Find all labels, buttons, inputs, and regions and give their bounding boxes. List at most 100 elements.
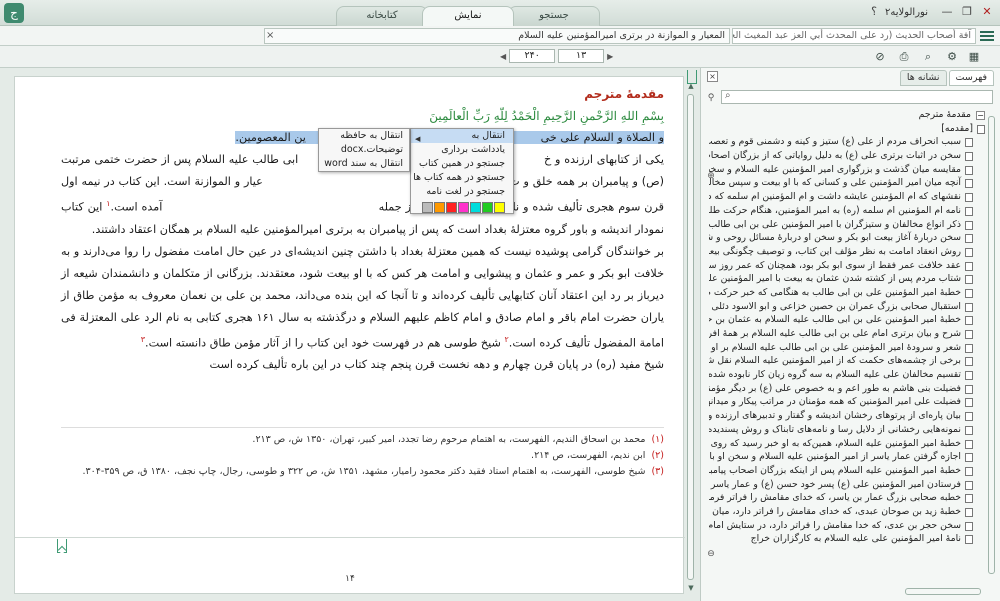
tree-item[interactable]: سبب انحراف مردم از علی (ع) ستیز و کینه و… [709,135,985,149]
reader-scrollbar[interactable]: ▲ ▼ [686,82,696,592]
tree-item[interactable]: سخن در اثبات برتری علی (ع) به دلیل روایا… [709,149,985,163]
bookmark-icon[interactable]: ⊘ [872,49,888,65]
highlight-color-swatch[interactable] [470,202,481,213]
tab-library[interactable]: کتابخانه [336,6,428,26]
tree-item[interactable]: نامه ام المؤمنین ام سلمه (ره) به امیر ال… [709,204,985,218]
tree-item[interactable]: روش انعقاد امامت به نظر مؤلف این کتاب، و… [709,245,985,259]
scroll-up-icon[interactable]: ▲ [686,82,696,90]
tree-item[interactable]: استقبال صحابی بزرگ عمران بن حصین خزاعی و… [709,300,985,314]
minimize-icon[interactable]: — [938,4,956,20]
tree-item-label: اجازه گرفتن عمار یاسر از امیر المؤمنین ع… [709,451,961,463]
tree-item[interactable]: [مقدمه] [709,122,985,136]
document-tab-active[interactable]: المعيار و الموازنة در برتری امیرالمؤمنین… [264,28,730,44]
page-bookmark-icon[interactable] [57,539,67,553]
tree-item[interactable]: شرح و بیان برتری امام علی بن ابی طالب عل… [709,327,985,341]
print-icon[interactable]: ⎙ [896,49,912,65]
highlight-color-swatch[interactable] [494,202,505,213]
tree-item[interactable]: شتاب مردم پس از کشته شدن عثمان به بیعت ب… [709,272,985,286]
section-heading: مقدمهٔ مترجم [584,87,664,101]
tab-bookmarks[interactable]: نشانه ها [899,70,947,86]
page-total-field: ۲۴۰ [509,49,556,63]
sidebar-scrollbar[interactable] [987,108,997,586]
highlight-color-swatch[interactable] [458,202,469,213]
settings-icon[interactable]: ⚙ [944,49,960,65]
tree-item-label: خطبهٔ امیر المؤمنین علیه السلام پس از ای… [709,464,961,476]
tree-item[interactable]: خطبه صحابی بزرگ عمار بن یاسر، که خدای مق… [709,491,985,505]
tree-item[interactable]: ذکر انواع مخالفان و ستیزگران با امیر الم… [709,218,985,232]
layout-icon[interactable]: ▦ [966,49,982,65]
tree-item-label: آنچه میان امیر المؤمنین علی و کسانی که ب… [709,177,961,189]
document-icon [965,288,973,298]
document-tab[interactable]: آفة أصحاب الحديث (رد على المحدث أبي العز… [732,28,976,44]
sidebar-scroll-thumb[interactable] [988,116,995,574]
menu-item-goto[interactable]: انتقال به ◀ [411,129,513,143]
menu-item-send-to-word[interactable]: انتقال به سند word [319,157,409,171]
close-icon[interactable]: ✕ [978,4,996,20]
menu-item-search-all-books[interactable]: جستجو در همه کتاب ها [411,171,513,185]
footnote-separator [61,427,664,428]
tree-item[interactable]: سخن دربارهٔ آغاز بیعت ابو بکر و سخن او د… [709,231,985,245]
restore-icon[interactable]: ❐ [958,4,976,20]
tree-item[interactable]: سخن حجر بن عدی، که خدا مقامش را فراتر دا… [709,519,985,533]
highlight-color-swatch[interactable] [422,202,433,213]
sidebar-search-input[interactable] [721,90,993,104]
tree-item[interactable]: مقایسه میان گذشت و بزرگواری امیر المؤمنی… [709,163,985,177]
menu-item-take-note[interactable]: یادداشت برداری [411,143,513,157]
tree-item[interactable]: آنچه میان امیر المؤمنین علی و کسانی که ب… [709,176,985,190]
page-navigator: ◀ ۲۴۰ ۱۳ ▶ [500,49,613,63]
sidebar-hscroll-thumb[interactable] [905,588,981,595]
document-icon [965,138,973,148]
help-icon[interactable]: ؟ [865,4,883,20]
menu-item-search-dictionary[interactable]: جستجو در لغت نامه [411,185,513,199]
tree-item[interactable]: فضیلت بنی هاشم به طور اعم و به خصوص علی … [709,382,985,396]
window-controls: ؟ نورالولایه۲ — ❐ ✕ [865,4,996,20]
tree-item-root[interactable]: − مقدمهٔ مترجم [709,108,985,122]
collapse-node-icon[interactable]: − [976,111,985,120]
menu-item-copy-to-clipboard[interactable]: انتقال به حافظه [319,129,409,143]
tree-item-label: سخن دربارهٔ آغاز بیعت ابو بکر و سخن او د… [709,232,961,244]
prev-page-icon[interactable]: ◀ [500,52,506,61]
goto-submenu: انتقال به حافظه توضیحات.docx انتقال به س… [318,128,410,172]
scroll-down-icon[interactable]: ▼ [686,584,696,592]
tab-index[interactable]: فهرست [948,70,994,86]
page-current-input[interactable]: ۱۳ [558,49,605,63]
footnote-item: (۳)شیخ طوسی، الفهرست، به اهتمام استاد فق… [82,466,665,477]
tree-item[interactable]: عقد خلافت عمر فقط از سوی ابو بکر بود، هم… [709,259,985,273]
sidebar-close-icon[interactable]: × [707,71,718,82]
tree-item[interactable]: بیان پاره‌ای از پرتوهای رخشان اندیشه و گ… [709,409,985,423]
tree-item[interactable]: خطبهٔ امیر المؤمنین علی بن ابی طالب به ه… [709,286,985,300]
menu-item-docx[interactable]: توضیحات.docx [319,143,409,157]
scroll-thumb[interactable] [687,94,694,580]
paragraph-3: بر خوانندگان گرامی پوشیده نیست که همین م… [61,244,665,350]
close-document-icon[interactable]: × [266,30,274,41]
sidebar-hscrollbar[interactable] [709,587,985,597]
tree-item[interactable]: خطبهٔ امیر المؤمنین علی بن ابی طالب علیه… [709,313,985,327]
tab-display[interactable]: نمایش [422,6,514,26]
search-icon[interactable]: ⌕ [920,49,936,65]
tree-item[interactable]: شعر و سرودهٔ امیر المؤمنین علی بن ابی طا… [709,341,985,355]
footnote-item: (۱)محمد بن اسحاق الندیم، الفهرست، به اهت… [252,434,664,445]
tree-item[interactable]: خطبهٔ امیر المؤمنین علیه السلام پس از ای… [709,464,985,478]
menu-icon[interactable] [980,29,994,43]
tree-item[interactable]: فرستادن امیر المؤمنین علی (ع) پسر خود حس… [709,478,985,492]
tree-item[interactable]: تقسیم مخالفان علی علیه السلام به سه گروه… [709,368,985,382]
document-icon [965,535,973,545]
next-page-icon[interactable]: ▶ [607,52,613,61]
menu-item-search-this-book[interactable]: جستجو در همین کتاب [411,157,513,171]
reader-pane: مقدمهٔ مترجم بِسْمِ اللهِ الرَّحْمنِ الر… [0,68,700,601]
document-icon [965,453,973,463]
tree-item[interactable]: نقشهای که ام المؤمنین عایشه داشت و ام ال… [709,190,985,204]
tree-item[interactable]: فضیلت علی امیر المؤمنین که همه مؤمنان در… [709,395,985,409]
sidebar-search-icon[interactable]: ⌕ [725,90,731,101]
highlight-color-swatch[interactable] [482,202,493,213]
tree-item[interactable]: خطبهٔ امیر المؤمنین علیه السلام، همین‌که… [709,437,985,451]
tab-search[interactable]: جستجو [508,6,600,26]
tree-item[interactable]: اجازه گرفتن عمار یاسر از امیر المؤمنین ع… [709,450,985,464]
tree-item[interactable]: نامهٔ امیر المؤمنین علی علیه السلام به ک… [709,532,985,546]
tree-item[interactable]: نمونه‌هایی رخشانی از دلایل رسا و نامه‌ها… [709,423,985,437]
tree-item[interactable]: برخی از چشمه‌های حکمت که از امیر المؤمنی… [709,354,985,368]
highlight-color-swatch[interactable] [434,202,445,213]
find-icon[interactable]: ⚲ [705,92,717,104]
tree-item[interactable]: خطبهٔ زید بن صوحان عبدی، که خدای مقامش ر… [709,505,985,519]
highlight-color-swatch[interactable] [446,202,457,213]
